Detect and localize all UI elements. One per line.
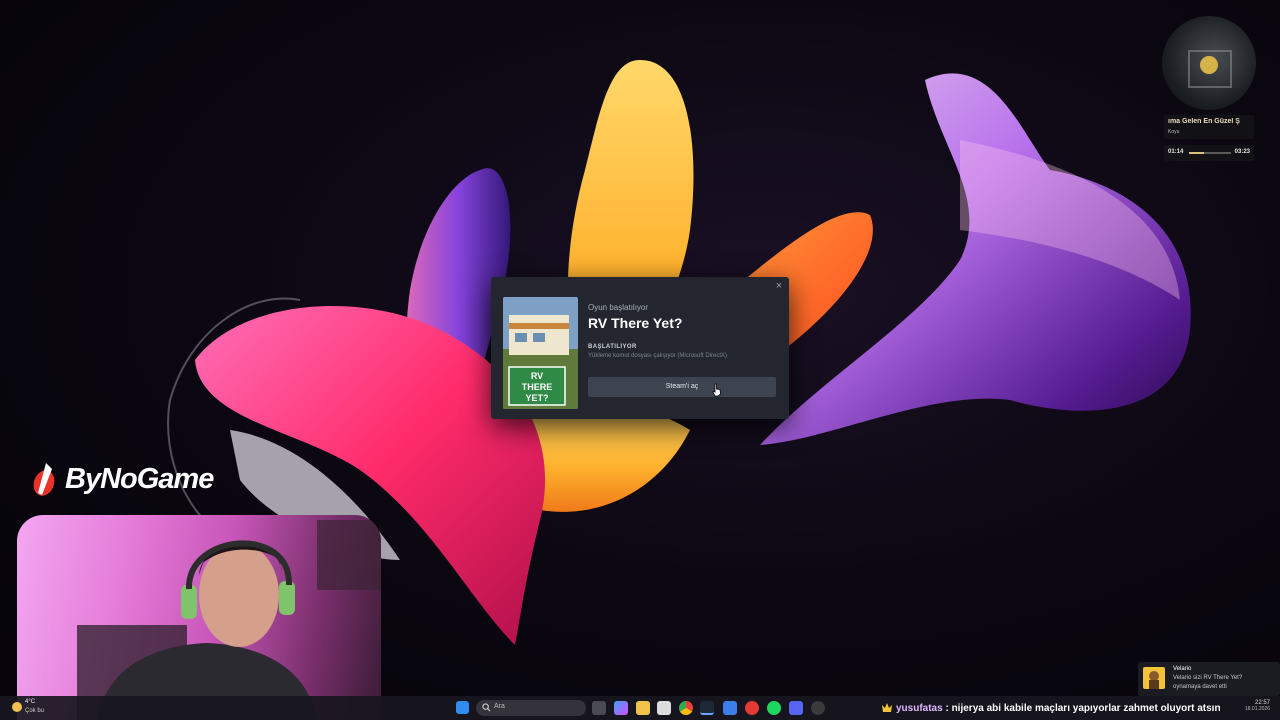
album-art-moon: [1200, 56, 1218, 74]
notification-line2: oynamaya davet etti: [1173, 684, 1227, 690]
cover-text-line2: THERE: [522, 382, 553, 392]
launch-detail: Yükleme komut dosyası çalışıyor (Microso…: [588, 353, 728, 359]
spotify-icon[interactable]: [767, 701, 781, 715]
song-title: ıma Gelen En Güzel Ş: [1168, 118, 1240, 125]
close-icon[interactable]: ×: [773, 280, 785, 292]
chat-username: yusufatas: [896, 703, 943, 714]
weather-desc: Çok bu: [25, 708, 45, 714]
progress-fill: [1189, 152, 1205, 154]
playback-progress: 01:14 03:23: [1164, 145, 1254, 161]
elapsed-time: 01:14: [1168, 149, 1184, 155]
notification-line1: Velario sizi RV There Yet?: [1173, 675, 1243, 681]
taskbar-search[interactable]: Ara: [476, 700, 586, 716]
chrome-icon[interactable]: [679, 701, 693, 715]
obs-icon[interactable]: [811, 701, 825, 715]
search-icon: [482, 703, 491, 712]
task-view-icon[interactable]: [592, 701, 606, 715]
cover-text-line3: YET?: [525, 393, 548, 403]
chat-overlay-message: yusufatas : nijerya abi kabile maçları y…: [882, 703, 1221, 714]
calendar-app-icon[interactable]: [657, 701, 671, 715]
system-clock[interactable]: 22:57 18.01.2026: [1245, 700, 1270, 712]
weather-widget[interactable]: 4°C Çok bu: [8, 697, 48, 719]
total-time: 03:23: [1234, 149, 1250, 155]
windows-start-icon[interactable]: [456, 701, 469, 714]
copilot-icon[interactable]: [614, 701, 628, 715]
notification-sender: Velario: [1173, 666, 1192, 672]
progress-bar[interactable]: [1189, 152, 1231, 154]
logo-text: ByNoGame: [65, 462, 214, 495]
weather-temp: 4°C: [25, 699, 36, 705]
file-explorer-icon[interactable]: [636, 701, 650, 715]
game-cover-art: RV THERE YET?: [503, 297, 578, 409]
webcam-feed: [17, 515, 381, 720]
clock-date: 18.01.2026: [1244, 706, 1270, 712]
youtube-icon[interactable]: [745, 701, 759, 715]
steam-launch-dialog: × RV THERE YET? Oyun başlatılıyor RV The…: [491, 277, 789, 419]
launch-phase: BAŞLATILIYOR: [588, 344, 637, 350]
search-placeholder: Ara: [494, 703, 505, 710]
crown-badge-icon: [882, 703, 892, 712]
steam-icon[interactable]: [700, 701, 714, 715]
chat-separator: :: [942, 703, 952, 714]
cover-text-line1: RV: [531, 371, 543, 381]
discord-icon[interactable]: [789, 701, 803, 715]
bynogame-mark-icon: [33, 463, 55, 496]
mail-icon[interactable]: [723, 701, 737, 715]
bynogame-logo: ByNoGame: [32, 458, 214, 500]
chat-message: nijerya abi kabile maçları yapıyorlar za…: [951, 703, 1221, 714]
song-artist: Koyu: [1168, 129, 1180, 135]
steam-invite-notification[interactable]: Velario Velario sizi RV There Yet? oynam…: [1138, 662, 1280, 696]
launch-status-label: Oyun başlatılıyor: [588, 303, 649, 312]
open-steam-button[interactable]: Steam'i aç: [588, 377, 776, 397]
album-art: [1162, 16, 1256, 110]
game-title: RV There Yet?: [588, 315, 683, 331]
now-playing-info: ıma Gelen En Güzel Ş Koyu: [1164, 115, 1254, 139]
hand-cursor-icon: [712, 383, 721, 397]
sender-avatar: [1143, 667, 1165, 689]
weather-icon: [12, 702, 22, 712]
